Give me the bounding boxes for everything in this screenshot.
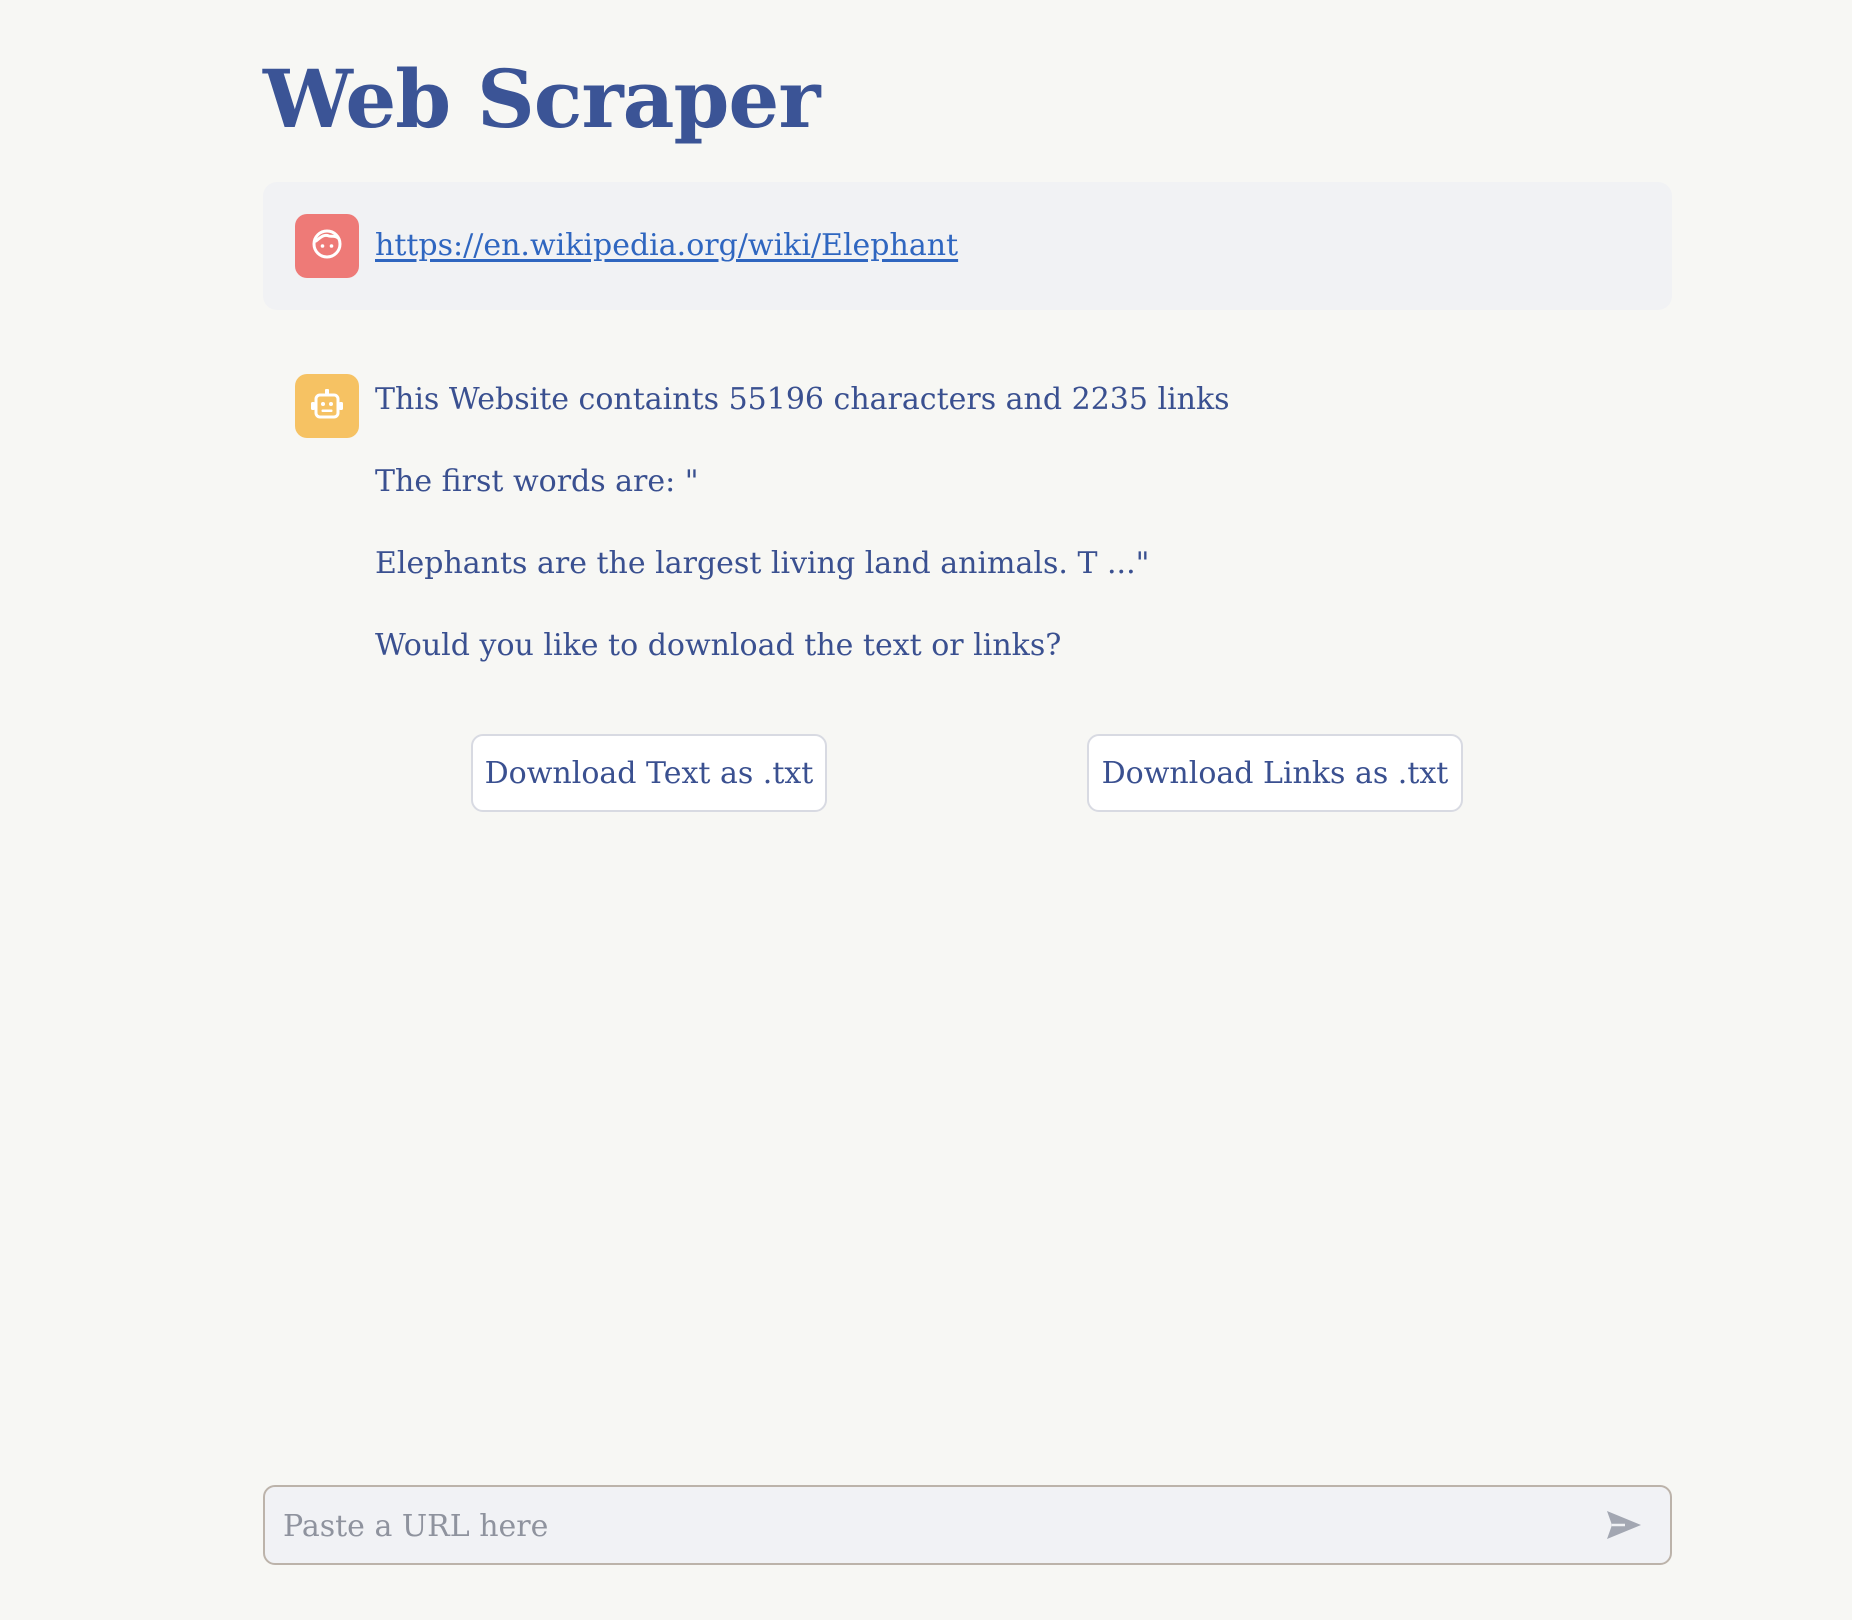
- bot-message-line: Would you like to download the text or l…: [375, 628, 1062, 663]
- download-text-button[interactable]: Download Text as .txt: [471, 734, 827, 812]
- send-button[interactable]: [1604, 1507, 1644, 1547]
- bot-chat-message: This Website containts 55196 characters …: [375, 380, 1575, 708]
- user-url-link[interactable]: https://en.wikipedia.org/wiki/Elephant: [375, 226, 958, 266]
- user-avatar: [295, 214, 359, 278]
- user-face-icon: [310, 227, 344, 265]
- download-links-button[interactable]: Download Links as .txt: [1087, 734, 1463, 812]
- url-input[interactable]: [281, 1497, 1585, 1555]
- page-title: Web Scraper: [263, 52, 820, 146]
- bot-avatar: [295, 374, 359, 438]
- robot-icon: [309, 386, 345, 426]
- user-chat-message: https://en.wikipedia.org/wiki/Elephant: [263, 182, 1672, 310]
- bot-message-line: The first words are: ": [375, 464, 699, 499]
- send-icon: [1605, 1509, 1643, 1545]
- bot-message-line: Elephants are the largest living land an…: [375, 546, 1150, 581]
- bot-message-line: This Website containts 55196 characters …: [375, 382, 1230, 417]
- app-root: Web Scraper https://en.wikipedia.org/wik…: [0, 0, 1852, 1620]
- chat-input-container: [263, 1485, 1672, 1565]
